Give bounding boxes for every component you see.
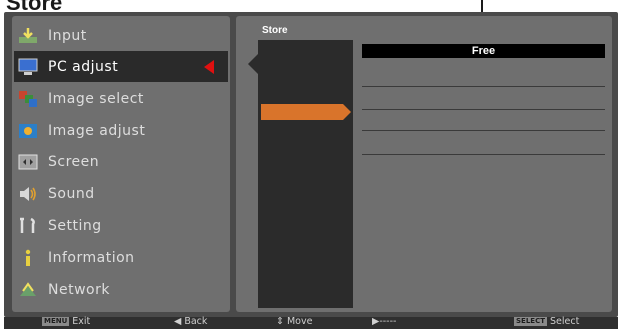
status-back: ◀ Back xyxy=(174,316,208,327)
menu-item-label: Input xyxy=(48,27,87,44)
menu-item-setting[interactable]: Setting xyxy=(14,210,228,241)
screen-icon xyxy=(18,152,38,172)
menu-item-pc-adjust[interactable]: PC adjust xyxy=(14,51,228,82)
store-slot-3[interactable] xyxy=(362,108,605,110)
submenu-column xyxy=(258,40,353,308)
up-down-arrow-icon: ⇕ xyxy=(276,316,287,327)
status-select: SELECT Select xyxy=(514,316,580,327)
selected-arrow-icon xyxy=(204,60,214,74)
sound-icon xyxy=(18,184,38,204)
menu-item-screen[interactable]: Screen xyxy=(14,146,228,177)
menu-item-label: Image select xyxy=(48,90,144,107)
status-move: ⇕ Move xyxy=(276,316,313,327)
menu-item-label: Image adjust xyxy=(48,122,146,139)
menu-item-label: Information xyxy=(48,249,135,266)
store-slot-list xyxy=(356,40,608,308)
select-key-icon: SELECT xyxy=(514,317,547,326)
store-slot-5[interactable] xyxy=(362,153,605,155)
menu-item-input[interactable]: Input xyxy=(14,20,228,51)
status-exit: MENU Exit xyxy=(42,316,91,327)
slot-pointer-icon xyxy=(343,104,351,120)
network-icon xyxy=(18,280,38,300)
menu-item-label: Setting xyxy=(48,217,102,234)
menu-item-image-select[interactable]: Image select xyxy=(14,83,228,114)
information-icon xyxy=(18,248,38,268)
menu-item-label: PC adjust xyxy=(48,58,119,75)
menu-item-sound[interactable]: Sound xyxy=(14,178,228,209)
submenu-selected-slot[interactable] xyxy=(261,104,343,120)
store-slot-2[interactable] xyxy=(362,85,605,87)
submenu-pointer-icon xyxy=(248,54,258,74)
status-bar: MENU Exit ◀ Back ⇕ Move ▶ ----- SELECT S… xyxy=(4,316,618,329)
pc-adjust-icon xyxy=(18,57,38,77)
input-icon xyxy=(18,26,38,46)
menu-item-label: Network xyxy=(48,281,110,298)
image-select-icon xyxy=(18,89,38,109)
image-adjust-icon xyxy=(18,121,38,141)
store-panel-title: Store xyxy=(262,25,288,36)
menu-key-icon: MENU xyxy=(42,317,70,326)
menu-item-label: Screen xyxy=(48,153,100,170)
status-forward: ▶ ----- xyxy=(372,316,397,327)
setting-icon xyxy=(18,216,38,236)
menu-item-information[interactable]: Information xyxy=(14,242,228,273)
menu-item-network[interactable]: Network xyxy=(14,274,228,305)
menu-item-label: Sound xyxy=(48,185,95,202)
store-slot-1[interactable]: Free xyxy=(362,44,605,58)
store-slot-4[interactable] xyxy=(362,129,605,131)
right-arrow-icon: ▶ xyxy=(372,316,380,327)
menu-item-image-adjust[interactable]: Image adjust xyxy=(14,115,228,146)
left-arrow-icon: ◀ xyxy=(174,316,185,327)
